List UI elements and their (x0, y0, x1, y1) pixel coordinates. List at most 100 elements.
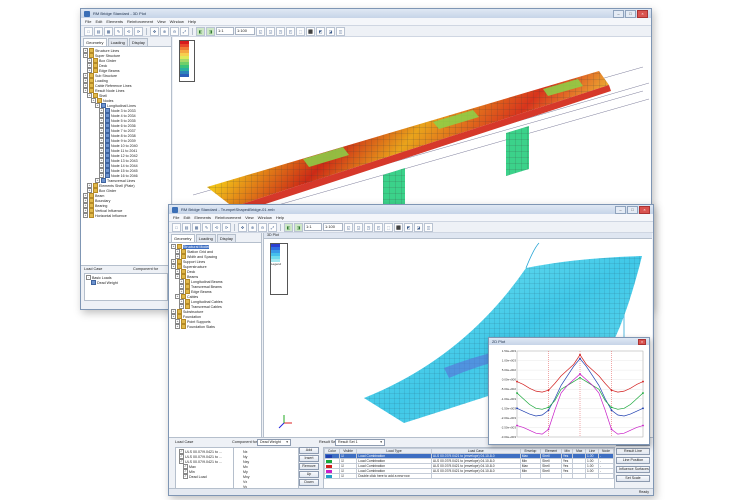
maximize-button[interactable]: □ (627, 205, 638, 214)
toolbar-tool-icon[interactable]: ◨ (206, 26, 215, 36)
toolbar-tool-icon[interactable]: ◨ (294, 222, 303, 232)
toolbar-tool-icon[interactable]: □ (84, 26, 93, 36)
toolbar-view-icon[interactable]: ⬛ (306, 26, 315, 36)
toolbar-view-icon[interactable]: ◳ (364, 222, 373, 232)
toolbar-tool-icon[interactable]: ▤ (94, 26, 103, 36)
toolbar-tool-icon[interactable]: ⟲ (212, 222, 221, 232)
toolbar-view-icon[interactable]: ◫ (424, 222, 433, 232)
up-button[interactable]: Up (299, 471, 319, 478)
toolbar-view-icon[interactable]: ◩ (316, 26, 325, 36)
tab-display[interactable]: Display (216, 234, 236, 242)
minimize-button[interactable]: – (613, 9, 624, 18)
toolbar-tool-icon[interactable]: ◧ (284, 222, 293, 232)
visible-checkbox[interactable]: ☑ (338, 473, 358, 479)
menu-item-elements[interactable]: Elements (194, 215, 211, 220)
back-loadcase-list[interactable]: - Basic Loads Dead Weight (84, 273, 168, 301)
line-position-button[interactable]: Line Position (616, 457, 650, 464)
toolbar-tool-icon[interactable]: ⤢ (180, 26, 189, 36)
toolbar-tool-icon[interactable]: ⊕ (160, 26, 169, 36)
tab-display[interactable]: Display (128, 38, 148, 46)
toolbar-view-icon[interactable]: ⬚ (384, 222, 393, 232)
load-item[interactable]: Dead Weight (97, 281, 118, 285)
expand-icon[interactable]: + (83, 213, 88, 218)
front-loadcase-list[interactable]: ✓ ULS 00.07/9.0421 to ... ✓ ULS 00.07/9.042… (175, 447, 235, 490)
set-scale-button[interactable]: Set Scale (616, 475, 650, 482)
toolbar-tool-icon[interactable]: ▦ (192, 222, 201, 232)
toolbar-view-icon[interactable]: ⬚ (296, 26, 305, 36)
color-swatch[interactable] (326, 454, 332, 458)
toolbar-tool-icon[interactable]: ⊕ (248, 222, 257, 232)
close-button[interactable]: × (639, 205, 650, 214)
toolbar-view-icon[interactable]: ◪ (414, 222, 423, 232)
tab-geometry[interactable]: Geometry (83, 38, 107, 46)
scale-field[interactable]: 1:100 (235, 27, 255, 35)
tree-item[interactable]: + Foundation Slabs (171, 324, 259, 329)
toolbar-view-icon[interactable]: ◲ (354, 222, 363, 232)
toolbar-tool-icon[interactable]: ✥ (150, 26, 159, 36)
checkbox[interactable]: ✓ (183, 474, 188, 479)
toolbar-tool-icon[interactable]: ⤢ (268, 222, 277, 232)
load-item[interactable]: ✓ Dead Load (177, 474, 233, 479)
tab-loading[interactable]: Loading (195, 234, 216, 242)
zoom-field[interactable]: 1:1 (216, 27, 234, 35)
toolbar-tool-icon[interactable]: ▦ (104, 26, 113, 36)
color-swatch[interactable] (326, 459, 332, 463)
menu-item-reinforcement[interactable]: Reinforcement (215, 215, 241, 220)
menu-item-edit[interactable]: Edit (183, 215, 190, 220)
color-swatch[interactable] (326, 469, 332, 473)
toolbar-view-icon[interactable]: ◪ (326, 26, 335, 36)
tree-item[interactable]: + Horizontal Influence (83, 213, 169, 218)
down-button[interactable]: Down (299, 479, 319, 486)
menu-item-edit[interactable]: Edit (95, 19, 102, 24)
result-line-button[interactable]: Result Line (616, 448, 650, 455)
menu-item-reinforcement[interactable]: Reinforcement (127, 19, 153, 24)
result-set-select[interactable]: Result Set 1 ▾ (335, 439, 385, 446)
color-swatch[interactable] (326, 474, 332, 478)
tab-geometry[interactable]: Geometry (171, 234, 195, 242)
menu-item-file[interactable]: File (85, 19, 91, 24)
tab-loading[interactable]: Loading (107, 38, 128, 46)
influence-surfaces-button[interactable]: Influence Surfaces (616, 466, 650, 473)
toolbar-tool-icon[interactable]: ⟲ (124, 26, 133, 36)
color-swatch[interactable] (326, 464, 332, 468)
toolbar-view-icon[interactable]: ⬛ (394, 222, 403, 232)
menu-item-file[interactable]: File (173, 215, 179, 220)
expand-icon[interactable]: + (175, 324, 180, 329)
add-button[interactable]: Add (299, 447, 319, 454)
toolbar-view-icon[interactable]: ◩ (404, 222, 413, 232)
menu-item-window[interactable]: Window (258, 215, 272, 220)
toolbar-view-icon[interactable]: ◫ (336, 26, 345, 36)
toolbar-tool-icon[interactable]: □ (172, 222, 181, 232)
toolbar-tool-icon[interactable]: ✎ (202, 222, 211, 232)
toolbar-view-icon[interactable]: ◰ (374, 222, 383, 232)
toolbar-view-icon[interactable]: ◲ (266, 26, 275, 36)
load-item[interactable]: Basic Loads (92, 276, 112, 280)
zoom-field[interactable]: 1:1 (304, 223, 322, 231)
menu-item-window[interactable]: Window (170, 19, 184, 24)
component-select[interactable]: Dead Weight ▾ (257, 439, 291, 446)
toolbar-tool-icon[interactable]: ✥ (238, 222, 247, 232)
toolbar-view-icon[interactable]: ◱ (256, 26, 265, 36)
toolbar-view-icon[interactable]: ◳ (276, 26, 285, 36)
toolbar-tool-icon[interactable]: ▤ (182, 222, 191, 232)
table-row[interactable]: ☑ Double click here to add a new row (324, 473, 614, 479)
menu-item-elements[interactable]: Elements (106, 19, 123, 24)
toolbar-view-icon[interactable]: ◱ (344, 222, 353, 232)
toolbar-tool-icon[interactable]: ⟳ (222, 222, 231, 232)
menu-item-view[interactable]: View (157, 19, 166, 24)
close-button[interactable]: × (638, 338, 646, 345)
minimize-button[interactable]: – (615, 205, 626, 214)
toolbar-tool-icon[interactable]: ⟳ (134, 26, 143, 36)
close-button[interactable]: × (637, 9, 648, 18)
toolbar-tool-icon[interactable]: ⊖ (170, 26, 179, 36)
toolbar-tool-icon[interactable]: ◧ (196, 26, 205, 36)
toolbar-tool-icon[interactable]: ✎ (114, 26, 123, 36)
toolbar-view-icon[interactable]: ◰ (286, 26, 295, 36)
remove-button[interactable]: Remove (299, 463, 319, 470)
menu-item-help[interactable]: Help (188, 19, 196, 24)
insert-button[interactable]: Insert (299, 455, 319, 462)
scale-field[interactable]: 1:100 (323, 223, 343, 231)
maximize-button[interactable]: □ (625, 9, 636, 18)
menu-item-help[interactable]: Help (276, 215, 284, 220)
toolbar-tool-icon[interactable]: ⊖ (258, 222, 267, 232)
